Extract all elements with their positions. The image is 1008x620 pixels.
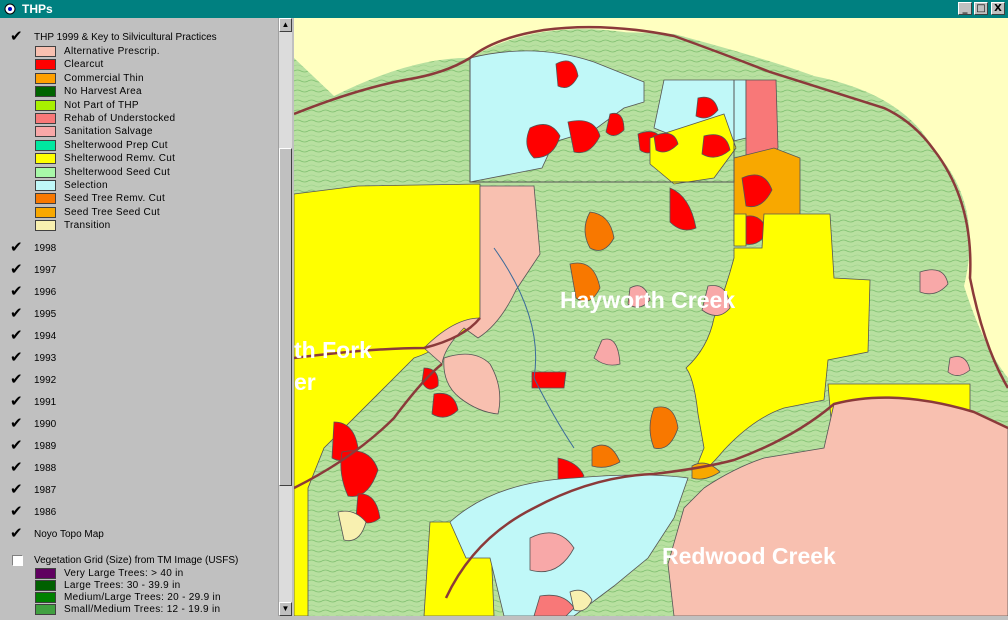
minimize-button[interactable]: _ — [958, 2, 972, 15]
legend-label: Alternative Prescrip. — [64, 46, 160, 57]
check-icon[interactable]: ✔ — [10, 284, 26, 300]
legend-swatch — [35, 220, 56, 232]
map-label-hayworth: Hayworth Creek — [560, 287, 735, 313]
layer-label: 1990 — [34, 419, 57, 430]
app-icon — [4, 3, 16, 15]
legend-label: Shelterwood Remv. Cut — [64, 153, 176, 165]
legend-swatch — [35, 72, 56, 84]
layer-label: 1991 — [34, 397, 57, 408]
legend-label: Not Part of THP — [64, 99, 139, 111]
close-button[interactable]: X — [991, 2, 1005, 15]
layer-label: 1997 — [34, 265, 57, 276]
check-icon[interactable]: ✔ — [10, 416, 26, 432]
layer-label: 1992 — [34, 375, 57, 386]
legend-label: Commercial Thin — [64, 72, 144, 84]
check-icon[interactable]: ✔ — [10, 438, 26, 454]
window-title: THPs — [22, 2, 53, 16]
map-label-north-fork-2: er — [294, 369, 316, 395]
legend-swatch — [35, 99, 56, 111]
check-icon[interactable]: ✔ — [10, 372, 26, 388]
legend-label: Clearcut — [64, 59, 104, 71]
legend-swatch — [35, 604, 56, 615]
layer-label: 1996 — [34, 287, 57, 298]
map-label-redwood: Redwood Creek — [662, 543, 836, 569]
legend-swatch — [35, 46, 56, 57]
legend-swatch — [35, 592, 56, 603]
legend-swatch — [35, 113, 56, 124]
layer-label: 1988 — [34, 463, 57, 474]
scroll-up-icon[interactable]: ▲ — [279, 18, 292, 32]
layer-label: 1995 — [34, 309, 57, 320]
layer-label: 1989 — [34, 441, 57, 452]
layer-label: Vegetation Grid (Size) from TM Image (US… — [34, 555, 239, 566]
checkbox-unchecked[interactable] — [12, 555, 23, 566]
legend-swatch — [35, 59, 56, 71]
check-icon[interactable]: ✔ — [10, 328, 26, 344]
legend-label: Transition — [64, 220, 111, 232]
table-of-contents: ✔ THP 1999 & Key to Silvicultural Practi… — [0, 18, 278, 616]
legend-swatch — [35, 126, 56, 138]
map-label-north-fork: th Fork — [294, 337, 372, 363]
legend-label: Shelterwood Seed Cut — [64, 166, 171, 178]
check-icon[interactable]: ✔ — [10, 350, 26, 366]
layer-label: 1994 — [34, 331, 57, 342]
legend-label: Selection — [64, 180, 108, 191]
toc-scrollbar[interactable]: ▲ ▼ — [278, 18, 292, 616]
legend-label: Very Large Trees: > 40 in — [64, 568, 184, 579]
check-icon[interactable]: ✔ — [10, 240, 26, 256]
legend-label: Rehab of Understocked — [64, 113, 176, 124]
layer-label: 1986 — [34, 507, 57, 518]
legend-label: No Harvest Area — [64, 86, 142, 98]
check-icon[interactable]: ✔ — [10, 526, 26, 542]
legend-label: Shelterwood Prep Cut — [64, 139, 168, 151]
legend-label: Medium/Large Trees: 20 - 29.9 in — [64, 592, 221, 603]
legend-swatch — [35, 139, 56, 151]
scroll-down-icon[interactable]: ▼ — [279, 602, 292, 616]
layer-label: THP 1999 & Key to Silvicultural Practice… — [34, 32, 217, 43]
layer-label: 1987 — [34, 485, 57, 496]
shelterwood-remv-ne2 — [733, 213, 747, 247]
legend-swatch — [35, 580, 56, 591]
legend-label: Large Trees: 30 - 39.9 in — [64, 580, 181, 591]
check-icon[interactable]: ✔ — [10, 262, 26, 278]
legend-swatch — [35, 180, 56, 191]
layer-label: Noyo Topo Map — [34, 529, 104, 540]
legend-swatch — [35, 166, 56, 178]
layer-label: 1998 — [34, 243, 57, 254]
maximize-button[interactable]: □ — [974, 2, 988, 15]
legend-swatch — [35, 153, 56, 165]
check-icon[interactable]: ✔ — [10, 306, 26, 322]
legend-swatch — [35, 86, 56, 98]
layer-label: 1993 — [34, 353, 57, 364]
legend-label: Sanitation Salvage — [64, 126, 153, 138]
legend-label: Seed Tree Remv. Cut — [64, 193, 166, 205]
check-icon[interactable]: ✔ — [10, 29, 26, 45]
check-icon[interactable]: ✔ — [10, 460, 26, 476]
title-bar: THPs _ □ X — [0, 0, 1008, 18]
map-view[interactable]: Hayworth Creek th Fork er Redwood Creek — [294, 18, 1008, 616]
scroll-thumb[interactable] — [279, 148, 292, 486]
check-icon[interactable]: ✔ — [10, 482, 26, 498]
legend-label: Seed Tree Seed Cut — [64, 206, 161, 218]
legend-swatch — [35, 193, 56, 205]
legend-swatch — [35, 206, 56, 218]
check-icon[interactable]: ✔ — [10, 504, 26, 520]
map-canvas[interactable]: Hayworth Creek th Fork er Redwood Creek — [294, 18, 1008, 616]
legend-label: Small/Medium Trees: 12 - 19.9 in — [64, 604, 221, 615]
legend-swatch — [35, 568, 56, 579]
check-icon[interactable]: ✔ — [10, 394, 26, 410]
clearcut-c2 — [531, 371, 567, 389]
